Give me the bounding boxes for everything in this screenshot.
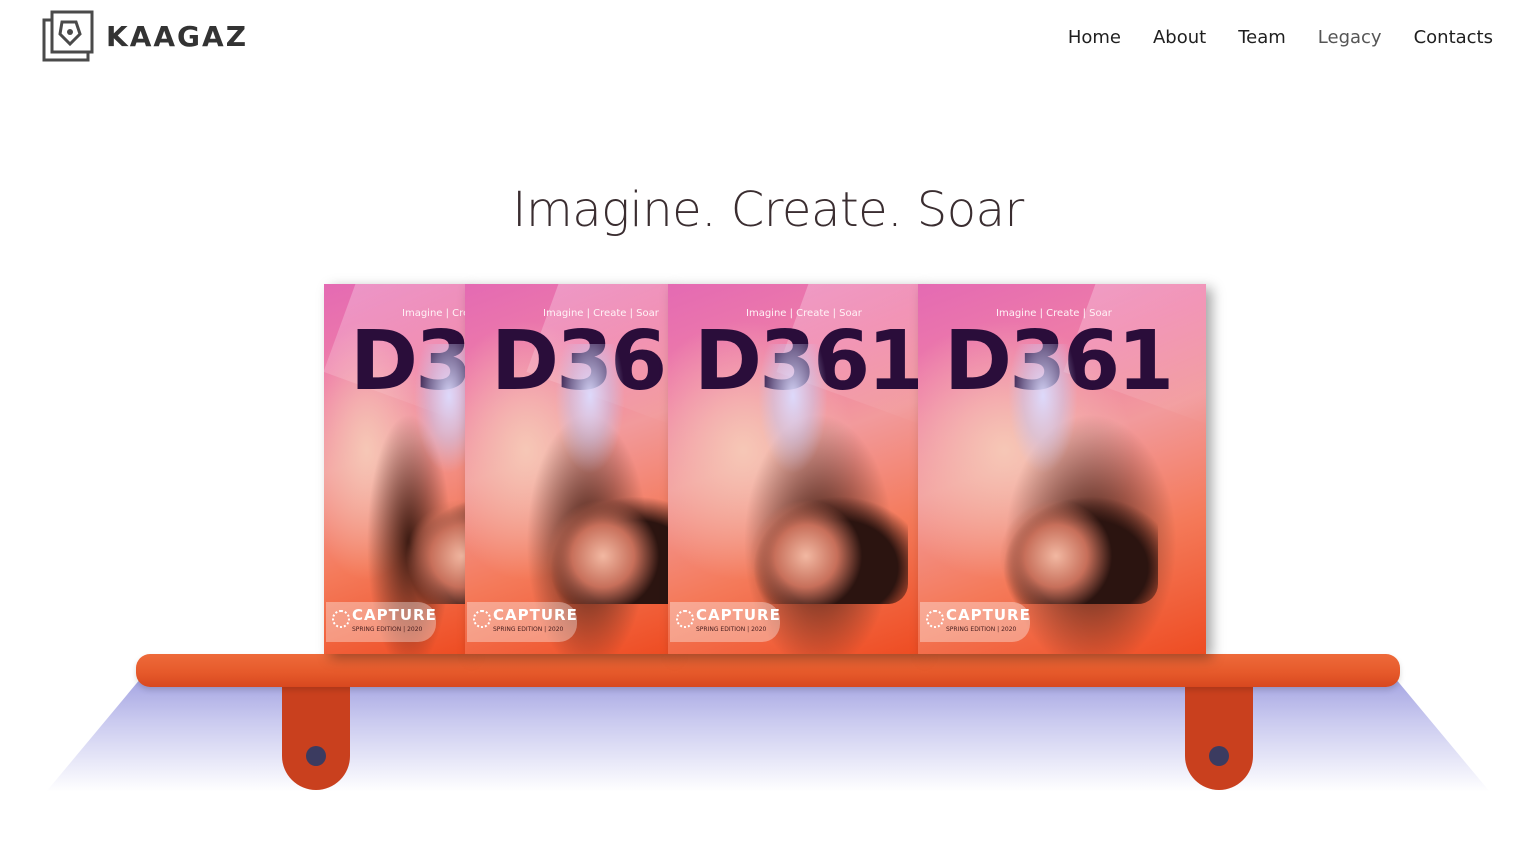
- shelf-shadow-floor: [46, 672, 1490, 792]
- sun-icon: [332, 610, 350, 628]
- main-nav: Home About Team Legacy Contacts: [1036, 27, 1493, 49]
- nav-home[interactable]: Home: [1068, 27, 1121, 49]
- logo-icon: [42, 10, 96, 62]
- sun-icon: [926, 610, 944, 628]
- cover-brand: CAPTURE: [493, 606, 578, 624]
- camera-image: [738, 484, 908, 604]
- cover-edition: SPRING EDITION | 2020: [493, 626, 564, 633]
- bracket-screw-icon: [1209, 746, 1229, 766]
- camera-image: [394, 484, 466, 604]
- nav-about[interactable]: About: [1153, 27, 1206, 49]
- nav-legacy[interactable]: Legacy: [1318, 27, 1382, 49]
- shelf-board: [136, 654, 1400, 687]
- hero-title: Imagine. Create. Soar: [512, 182, 1024, 239]
- cover-edition: SPRING EDITION | 2020: [946, 626, 1017, 633]
- cover-edition: SPRING EDITION | 2020: [696, 626, 767, 633]
- nav-contacts[interactable]: Contacts: [1414, 27, 1493, 49]
- cover-brand: CAPTURE: [352, 606, 437, 624]
- dancer-image: [758, 344, 828, 474]
- camera-image: [988, 484, 1158, 604]
- cover-brand: CAPTURE: [696, 606, 781, 624]
- shelf-bracket-right: [1185, 680, 1253, 790]
- magazine-cover[interactable]: Imagine | Create | Soar D361 CAPTURE SPR…: [918, 284, 1206, 654]
- dancer-image: [1008, 344, 1078, 474]
- cover-edition: SPRING EDITION | 2020: [352, 626, 423, 633]
- sun-icon: [676, 610, 694, 628]
- bracket-screw-icon: [306, 746, 326, 766]
- dancer-image: [555, 344, 625, 474]
- shelf-bracket-left: [282, 680, 350, 790]
- dancer-image: [414, 344, 466, 474]
- magazine-cover[interactable]: Imagine | Create | Soar D361 CAPTURE SPR…: [668, 284, 919, 654]
- logo-text: KAAGAZ: [106, 19, 248, 53]
- sun-icon: [473, 610, 491, 628]
- camera-image: [535, 484, 669, 604]
- cover-brand: CAPTURE: [946, 606, 1031, 624]
- nav-team[interactable]: Team: [1238, 27, 1286, 49]
- magazine-cover[interactable]: Imagine | Create | Soar D361 CAPTURE SPR…: [324, 284, 466, 654]
- logo[interactable]: KAAGAZ: [42, 10, 248, 62]
- magazine-cover[interactable]: Imagine | Create | Soar D361 CAPTURE SPR…: [465, 284, 669, 654]
